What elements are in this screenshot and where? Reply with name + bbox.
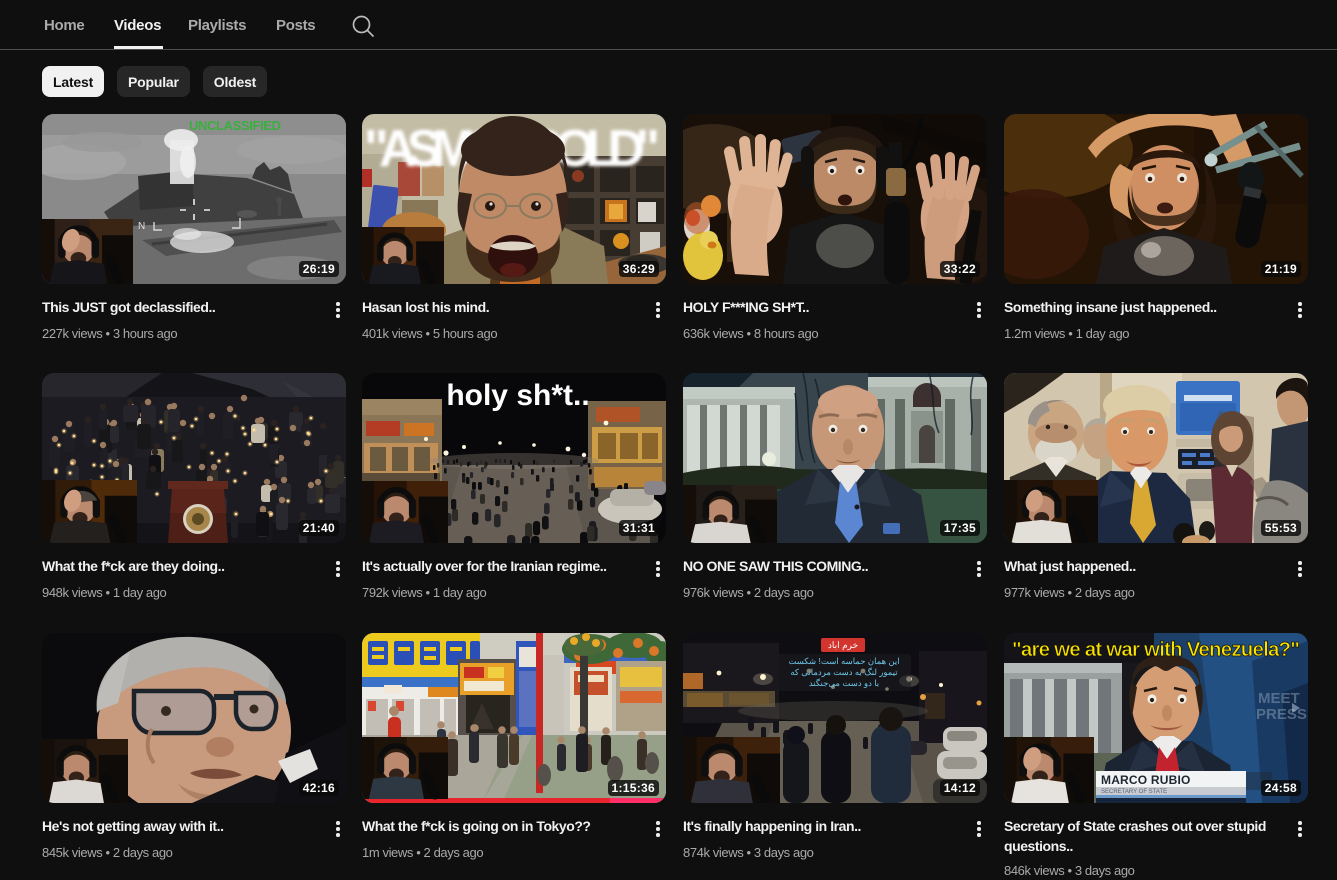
svg-text:MARCO RUBIO: MARCO RUBIO (1101, 773, 1191, 787)
svg-text:PRESS: PRESS (1256, 706, 1307, 723)
svg-text:با دو دست می‌جنگند: با دو دست می‌جنگند (809, 677, 879, 689)
svg-text:holy sh*t..: holy sh*t.. (446, 379, 589, 412)
svg-text:"are we at war with Venezuela?: "are we at war with Venezuela?" (1012, 638, 1300, 661)
svg-text:SECRETARY OF STATE: SECRETARY OF STATE (1101, 789, 1167, 795)
svg-text:N: N (138, 221, 145, 232)
svg-text:خرم اباد: خرم اباد (828, 640, 858, 651)
svg-text:این همان حماسه است! شکست: این همان حماسه است! شکست (788, 656, 899, 667)
svg-text:تیمور لنگ به دست مردمانی که: تیمور لنگ به دست مردمانی که (790, 666, 898, 678)
svg-text:UNCLASSIFIED: UNCLASSIFIED (189, 118, 281, 133)
